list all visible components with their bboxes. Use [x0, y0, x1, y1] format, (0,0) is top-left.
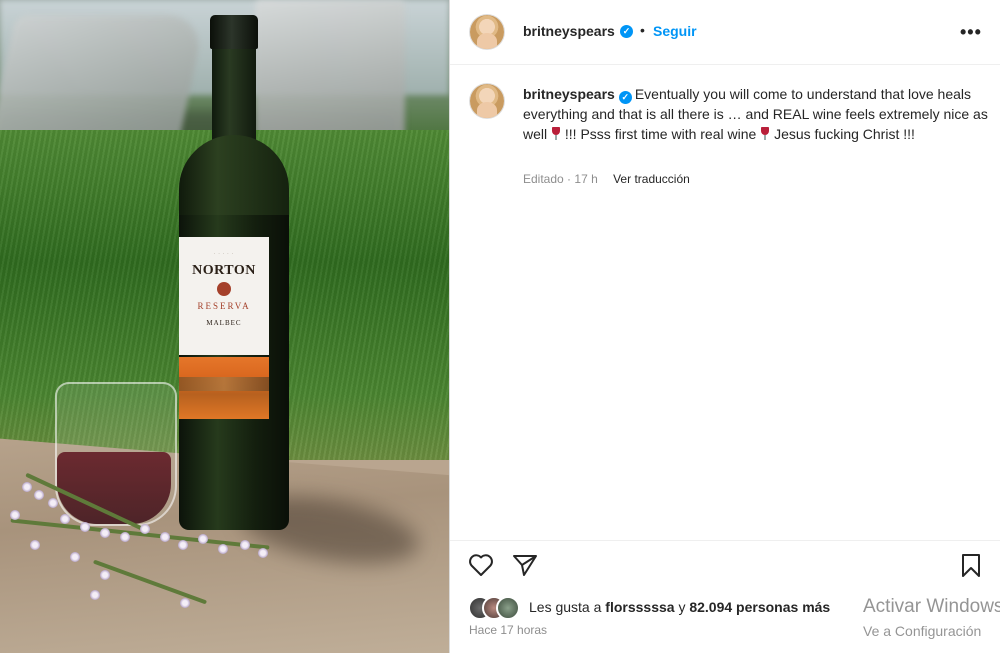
likes-prefix: Les gusta a [529, 599, 606, 615]
post-timestamp[interactable]: Hace 17 horas [469, 623, 547, 637]
flower-stem [92, 559, 208, 605]
post-header: britneyspears ✓ • Seguir ••• [450, 0, 1000, 65]
post-image[interactable]: · · · · · NORTON RESERVA MALBEC [0, 0, 449, 653]
bottle-label: · · · · · NORTON RESERVA MALBEC [179, 237, 269, 355]
heart-icon[interactable] [468, 553, 494, 577]
verified-icon: ✓ [618, 91, 632, 104]
lower-label-band [179, 377, 269, 391]
label-brand: NORTON [192, 263, 256, 278]
header-username[interactable]: britneyspears [523, 23, 615, 39]
caption-avatar[interactable] [470, 84, 504, 118]
label-varietal: MALBEC [206, 319, 242, 327]
liker-username[interactable]: flor​sssssa [605, 599, 674, 615]
send-icon[interactable] [512, 553, 538, 577]
likes-summary: Les gusta a flor​sssssa y 82.094 persona… [468, 596, 988, 620]
likes-count[interactable]: 82.094 personas más [689, 599, 830, 615]
header-separator: • [640, 22, 645, 38]
verified-icon: ✓ [620, 25, 633, 38]
lavender-flowers [0, 470, 290, 620]
avatar[interactable] [470, 15, 504, 49]
more-icon[interactable]: ••• [960, 22, 982, 43]
wine-bottle: · · · · · NORTON RESERVA MALBEC [179, 15, 289, 530]
see-translation-link[interactable]: Ver traducción [613, 172, 690, 186]
caption-time: 17 h [574, 172, 598, 186]
caption-text-part2: !!! Psss first time with real wine [561, 126, 757, 142]
watermark-line2: Ve a Configuración [863, 623, 982, 639]
wine-glass-emoji-icon [551, 127, 561, 141]
label-line: RESERVA [197, 301, 251, 311]
flower-stem [10, 518, 270, 550]
caption-meta: Editado · 17 h Ver traducción [523, 172, 690, 186]
edited-label: Editado [523, 172, 564, 186]
bookmark-icon[interactable] [960, 553, 982, 579]
liker-avatar [496, 596, 520, 620]
follow-button[interactable]: Seguir [653, 23, 697, 39]
bottle-lower-label [179, 357, 269, 419]
wine-glass-emoji-icon [760, 127, 770, 141]
caption-text-part3: Jesus fucking Christ !!! [770, 126, 915, 142]
post-actions [450, 540, 1000, 591]
caption-username[interactable]: britneyspears [523, 86, 615, 102]
likes-text: Les gusta a flor​sssssa y 82.094 persona… [529, 599, 830, 615]
likes-connector: y [674, 599, 690, 615]
label-top-line: · · · · · [213, 251, 235, 256]
post-details-panel: britneyspears ✓ • Seguir ••• britneyspea… [449, 0, 1000, 653]
post-caption: britneyspears ✓ Eventually you will come t… [523, 84, 988, 144]
bottle-cap [210, 15, 258, 49]
label-seal [217, 282, 231, 296]
lounge-chair-left [0, 15, 206, 145]
